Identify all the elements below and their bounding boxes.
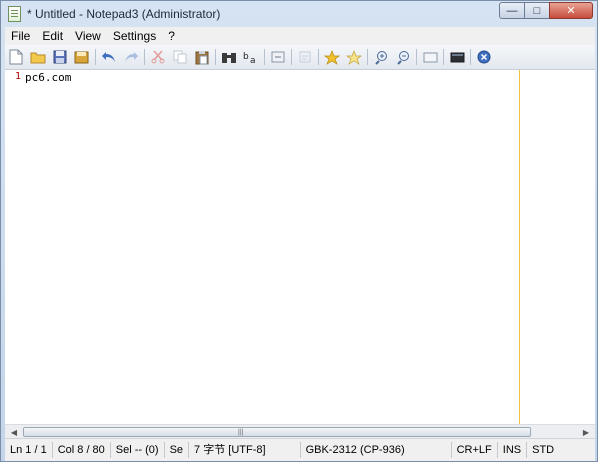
svg-text:b: b	[243, 52, 249, 62]
maximize-button[interactable]: □	[524, 2, 550, 19]
status-line[interactable]: Ln 1 / 1	[5, 442, 53, 458]
status-selection: Sel -- (0)	[111, 442, 165, 458]
toolbar-separator	[291, 49, 292, 65]
menu-file[interactable]: File	[5, 29, 36, 43]
title-bar[interactable]: * Untitled - Notepad3 (Administrator) — …	[1, 1, 599, 27]
toolbar-separator	[470, 49, 471, 65]
minimize-button[interactable]: —	[499, 2, 525, 19]
find-icon[interactable]	[218, 47, 240, 67]
line-number-margin: 1	[5, 70, 23, 425]
status-bytes: 7 字节 [UTF-8]	[189, 442, 301, 458]
menu-view[interactable]: View	[69, 29, 107, 43]
scroll-thumb-grip: |||	[238, 429, 244, 436]
goto-icon[interactable]	[267, 47, 289, 67]
view-icon[interactable]	[419, 47, 441, 67]
close-icon[interactable]	[473, 47, 495, 67]
save-as-icon[interactable]	[71, 47, 93, 67]
open-folder-icon[interactable]	[27, 47, 49, 67]
caption-buttons: — □ ✕	[499, 2, 593, 20]
toolbar-separator	[318, 49, 319, 65]
replace-icon[interactable]: ba	[240, 47, 262, 67]
toolbar-separator	[144, 49, 145, 65]
wordwrap-icon[interactable]	[294, 47, 316, 67]
undo-icon[interactable]	[98, 47, 120, 67]
notepad3-window: * Untitled - Notepad3 (Administrator) — …	[0, 0, 598, 462]
svg-text:a: a	[250, 56, 256, 64]
menu-settings[interactable]: Settings	[107, 29, 162, 43]
save-icon[interactable]	[49, 47, 71, 67]
close-window-icon: ✕	[566, 5, 576, 17]
editor-area[interactable]: 1 pc6.com	[5, 69, 595, 425]
line-number: 1	[14, 71, 21, 82]
toolbar-separator	[215, 49, 216, 65]
copy-icon[interactable]	[169, 47, 191, 67]
status-bar: Ln 1 / 1 Col 8 / 80 Sel -- (0) Se 7 字节 […	[5, 438, 595, 461]
toolbar-separator	[264, 49, 265, 65]
toolbar: ba	[5, 45, 595, 70]
zoom-in-icon[interactable]	[370, 47, 392, 67]
text-line[interactable]: pc6.com	[25, 71, 71, 84]
toolbar-separator	[443, 49, 444, 65]
new-file-icon[interactable]	[5, 47, 27, 67]
zoom-out-icon[interactable]	[392, 47, 414, 67]
menu-bar: File Edit View Settings ?	[5, 27, 595, 45]
toolbar-separator	[416, 49, 417, 65]
toolbar-separator	[95, 49, 96, 65]
redo-icon[interactable]	[120, 47, 142, 67]
console-icon[interactable]	[446, 47, 468, 67]
favorite-add-icon[interactable]	[321, 47, 343, 67]
menu-edit[interactable]: Edit	[36, 29, 69, 43]
maximize-icon: □	[533, 4, 541, 17]
menu-help[interactable]: ?	[162, 29, 181, 43]
close-window-button[interactable]: ✕	[549, 2, 593, 19]
status-se: Se	[165, 442, 190, 458]
notepad-app-icon	[8, 6, 21, 22]
cut-icon[interactable]	[147, 47, 169, 67]
status-eol[interactable]: CR+LF	[452, 442, 498, 458]
status-scheme[interactable]: STD	[527, 442, 559, 458]
status-encoding[interactable]: GBK-2312 (CP-936)	[301, 442, 452, 458]
toolbar-separator	[367, 49, 368, 65]
favorites-icon[interactable]	[343, 47, 365, 67]
long-line-marker	[519, 70, 520, 425]
minimize-icon: —	[506, 4, 518, 17]
scroll-thumb[interactable]: |||	[23, 427, 531, 437]
scroll-right-icon[interactable]: ▶	[579, 426, 593, 438]
status-column[interactable]: Col 8 / 80	[53, 442, 111, 458]
horizontal-scrollbar[interactable]: ◀ ||| ▶	[5, 424, 595, 439]
paste-icon[interactable]	[191, 47, 213, 67]
status-ins[interactable]: INS	[498, 442, 528, 458]
window-title: * Untitled - Notepad3 (Administrator)	[27, 7, 221, 21]
scroll-left-icon[interactable]: ◀	[7, 426, 21, 438]
